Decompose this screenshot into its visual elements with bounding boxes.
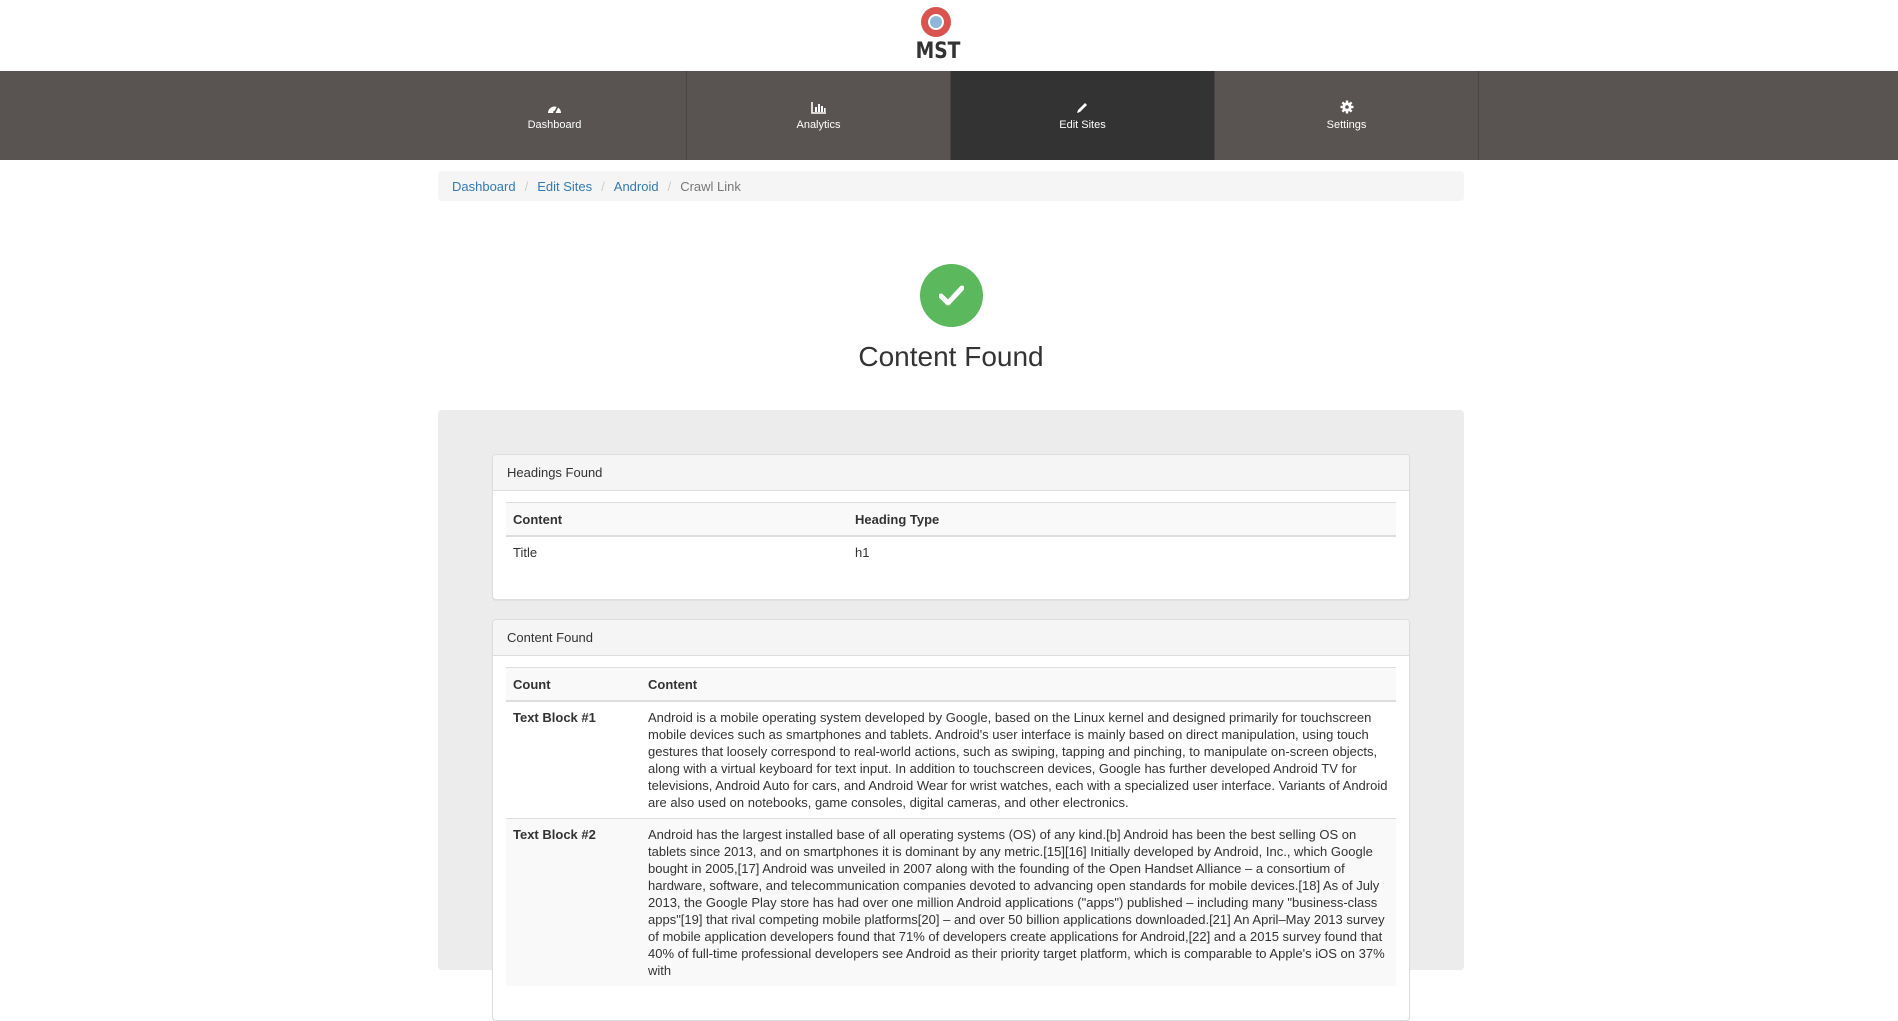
breadcrumb-android[interactable]: Android — [614, 179, 659, 194]
breadcrumb-separator: / — [524, 178, 529, 194]
panel-title: Headings Found — [493, 455, 1409, 491]
nav-label: Analytics — [796, 118, 841, 131]
block-count: Text Block #2 — [506, 818, 641, 986]
header: MST — [0, 0, 1898, 71]
content-panel: Content Found Count Content Text Block #… — [492, 619, 1410, 1021]
logo-text: MST — [915, 39, 961, 64]
results-container: Headings Found Content Heading Type Titl… — [438, 410, 1464, 1021]
nav-label: Settings — [1326, 119, 1367, 131]
column-header: Content — [641, 667, 1396, 702]
magnifier-icon — [921, 7, 951, 37]
block-count: Text Block #1 — [506, 700, 641, 819]
nav-analytics[interactable]: Analytics — [687, 71, 951, 160]
table-row: Text Block #2 Android has the largest in… — [506, 818, 1396, 986]
nav-label: Edit Sites — [1059, 118, 1106, 131]
breadcrumb-edit-sites[interactable]: Edit Sites — [537, 179, 592, 194]
dashboard-icon — [547, 101, 562, 117]
column-header: Content — [506, 502, 848, 537]
logo[interactable]: MST — [912, 6, 960, 66]
nav-edit-sites[interactable]: Edit Sites — [951, 71, 1215, 160]
content-table: Count Content Text Block #1 Android is a… — [506, 667, 1396, 986]
nav-dashboard[interactable]: Dashboard — [423, 71, 687, 160]
breadcrumb-current: Crawl Link — [680, 178, 741, 194]
block-content: Android is a mobile operating system dev… — [641, 700, 1396, 819]
status-title: Content Found — [858, 341, 1044, 372]
headings-table: Content Heading Type Title h1 — [506, 502, 1396, 568]
gear-icon — [1340, 100, 1354, 117]
bar-chart-icon — [811, 101, 826, 117]
heading-type: h1 — [848, 535, 1396, 568]
headings-panel: Headings Found Content Heading Type Titl… — [492, 454, 1410, 600]
breadcrumb: Dashboard / Edit Sites / Android / Crawl… — [438, 171, 1464, 201]
column-header: Heading Type — [848, 502, 1396, 537]
breadcrumb-separator: / — [601, 178, 605, 194]
success-check-icon — [920, 264, 983, 327]
pencil-icon — [1076, 101, 1089, 117]
breadcrumb-separator: / — [667, 178, 672, 194]
panel-title: Content Found — [493, 620, 1409, 656]
table-row: Title h1 — [506, 535, 1396, 568]
breadcrumb-dashboard[interactable]: Dashboard — [452, 179, 516, 194]
block-content: Android has the largest installed base o… — [641, 818, 1396, 986]
table-row: Text Block #1 Android is a mobile operat… — [506, 700, 1396, 819]
column-header: Count — [506, 667, 641, 702]
nav-settings[interactable]: Settings — [1215, 71, 1479, 160]
heading-content: Title — [506, 535, 848, 568]
nav-label: Dashboard — [527, 118, 582, 131]
main-nav: Dashboard Analytics Edit Sites Settings — [0, 71, 1898, 160]
